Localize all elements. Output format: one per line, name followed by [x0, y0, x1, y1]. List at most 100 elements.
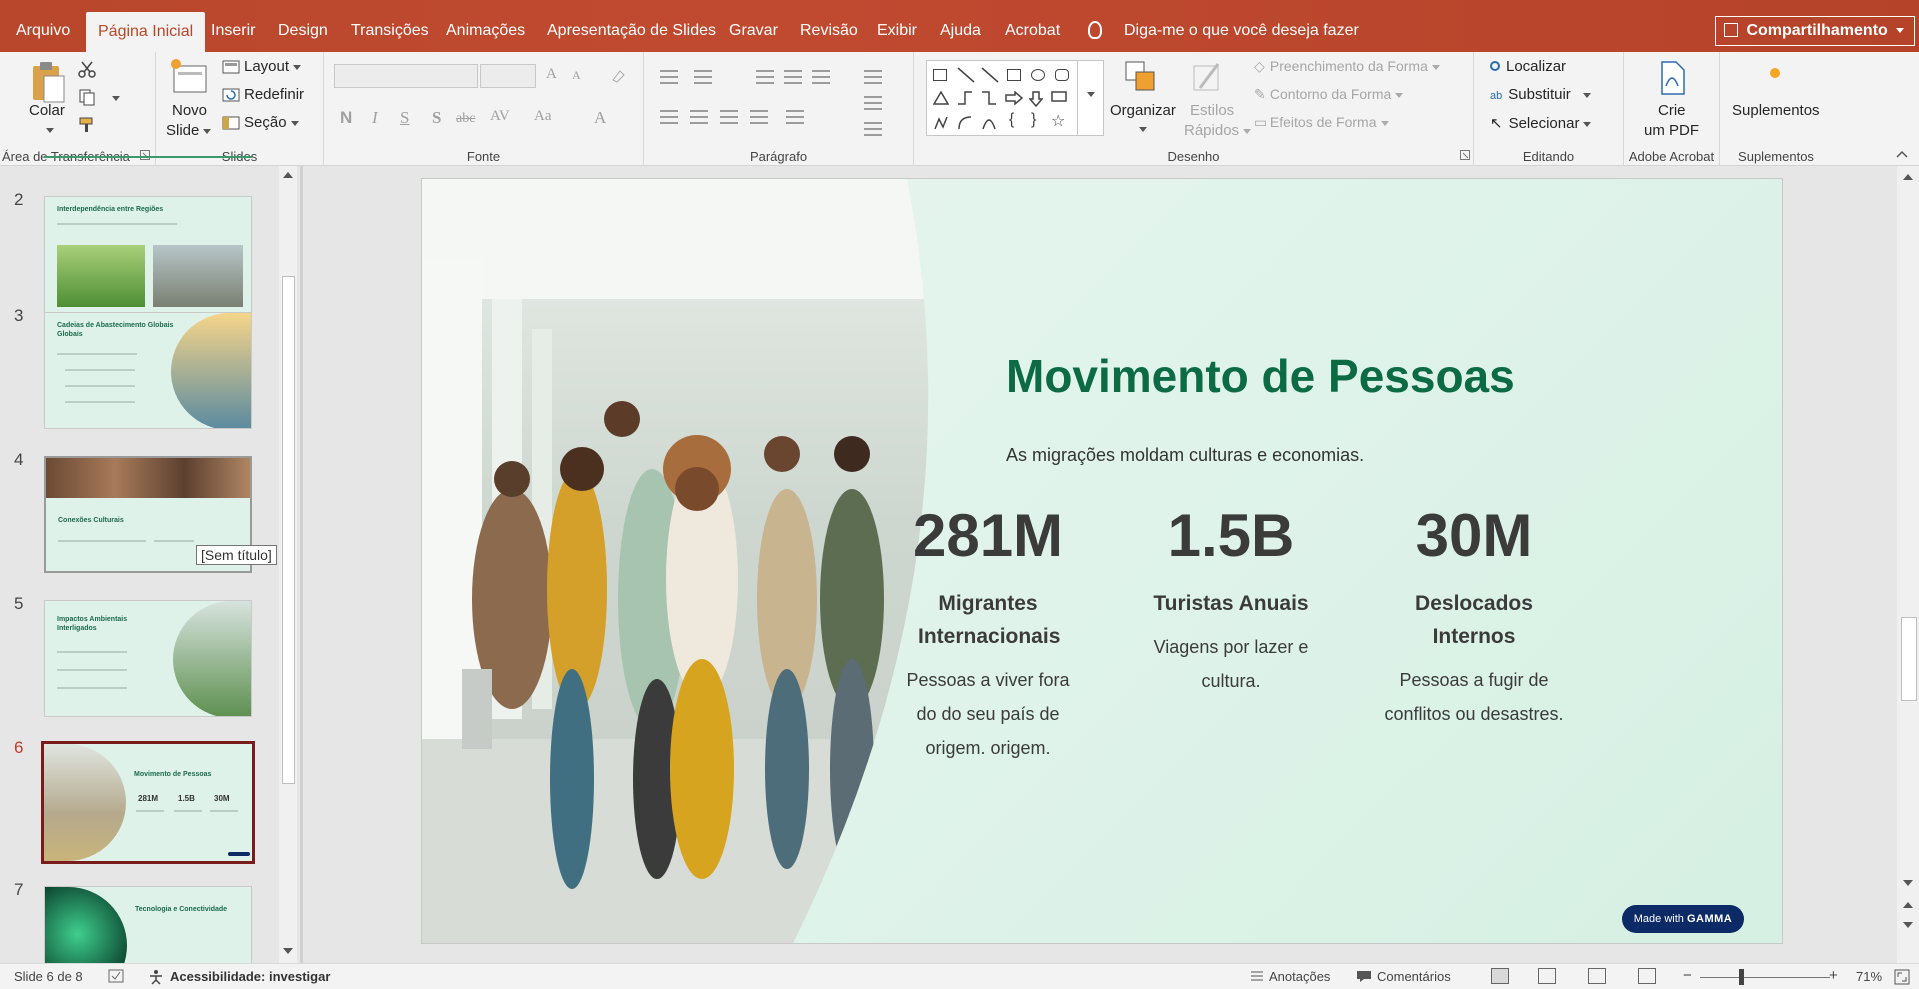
slide-scroll-thumb[interactable] — [1901, 617, 1917, 701]
thumbnail-slide-2[interactable]: Interdependência entre Regiões — [44, 196, 252, 313]
addins-button[interactable]: Suplementos — [1732, 102, 1820, 119]
comments-button[interactable]: Comentários — [1377, 969, 1451, 984]
accessibility-status[interactable]: Acessibilidade: investigar — [170, 969, 330, 984]
slideshow-view-icon[interactable] — [1638, 968, 1656, 984]
right-arrow-shape-icon[interactable] — [1005, 91, 1023, 105]
slide-title[interactable]: Movimento de Pessoas — [1006, 349, 1515, 403]
grow-font-button[interactable]: A — [546, 66, 557, 83]
notes-button[interactable]: Anotações — [1269, 969, 1330, 984]
quick-styles-label-2[interactable]: Rápidos — [1184, 122, 1252, 139]
shape-fill-button[interactable]: ◇ Preenchimento da Forma — [1254, 58, 1440, 75]
tab-record[interactable]: Gravar — [723, 0, 784, 52]
curve-shape-icon[interactable] — [981, 115, 997, 131]
current-slide[interactable]: Movimento de Pessoas As migrações moldam… — [421, 178, 1783, 944]
scroll-up-arrow-icon[interactable] — [283, 172, 293, 178]
create-pdf-label-2[interactable]: um PDF — [1644, 122, 1699, 139]
scroll-down-arrow-icon[interactable] — [283, 948, 293, 954]
layout-button[interactable]: Layout — [244, 58, 302, 75]
justify-icon[interactable] — [750, 110, 768, 124]
elbow-arrow-icon[interactable] — [981, 91, 997, 105]
create-pdf-icon[interactable] — [1656, 60, 1688, 96]
tab-transitions[interactable]: Transições — [345, 0, 435, 52]
right-brace-icon[interactable]: } — [1031, 111, 1036, 129]
freeform-shape-icon[interactable] — [933, 115, 949, 131]
zoom-out-button[interactable]: − — [1683, 967, 1692, 984]
arrange-button[interactable]: Organizar — [1110, 102, 1176, 119]
shape-effects-button[interactable]: ▭ Efeitos de Forma — [1254, 114, 1389, 131]
tab-slideshow[interactable]: Apresentação de Slides — [541, 0, 722, 52]
next-slide-icon[interactable] — [1903, 922, 1913, 928]
clear-format-icon[interactable] — [610, 68, 626, 84]
tab-design[interactable]: Design — [272, 0, 334, 52]
elbow-connector-icon[interactable] — [957, 91, 973, 105]
stat-migrants[interactable]: 281M Migrantes Internacionais Pessoas a … — [878, 499, 1098, 765]
strikethrough-button[interactable]: abc — [456, 111, 475, 127]
zoom-level[interactable]: 71% — [1856, 969, 1882, 984]
paste-icon[interactable] — [30, 58, 66, 104]
paste-label[interactable]: Colar — [29, 102, 65, 119]
new-slide-label-2[interactable]: Slide — [166, 122, 212, 139]
thumbnail-slide-6[interactable]: Movimento de Pessoas 281M 1.5B 30M — [41, 741, 255, 864]
font-color-button[interactable]: A — [594, 108, 606, 128]
arrange-icon[interactable] — [1124, 60, 1158, 94]
section-button[interactable]: Seção — [244, 114, 299, 131]
normal-view-icon[interactable] — [1491, 968, 1509, 984]
tab-animations[interactable]: Animações — [440, 0, 531, 52]
select-button[interactable]: ↖ Selecionar — [1490, 114, 1592, 132]
thumbnail-slide-5[interactable]: Impactos Ambientais Interligados — [44, 600, 252, 717]
columns-icon[interactable] — [786, 110, 804, 124]
fit-to-window-icon[interactable] — [1894, 969, 1910, 985]
align-center-icon[interactable] — [690, 110, 708, 124]
thumbnail-1-bottom[interactable] — [44, 156, 252, 158]
star-shape-icon[interactable]: ☆ — [1051, 111, 1065, 131]
font-family-box[interactable] — [334, 64, 478, 88]
tab-home[interactable]: Página Inicial — [86, 12, 206, 52]
shapes-more-button[interactable] — [1077, 60, 1104, 136]
underline-button[interactable]: S — [400, 108, 409, 128]
find-button[interactable]: Localizar — [1490, 58, 1566, 75]
increase-indent-icon[interactable] — [784, 70, 802, 84]
numbering-icon[interactable] — [694, 70, 712, 84]
slide-subtitle[interactable]: As migrações moldam culturas e economias… — [1006, 445, 1364, 466]
shape-outline-button[interactable]: ✎ Contorno da Forma — [1254, 86, 1404, 103]
dialog-launcher-icon[interactable] — [1460, 150, 1470, 160]
shapes-gallery[interactable]: { } ☆ — [926, 60, 1104, 136]
shrink-font-button[interactable]: A — [572, 68, 581, 83]
align-text-icon[interactable] — [864, 96, 882, 110]
down-arrow-shape-icon[interactable] — [1029, 91, 1043, 107]
reading-view-icon[interactable] — [1588, 968, 1606, 984]
scroll-down-arrow-icon[interactable] — [1903, 880, 1913, 886]
smartart-icon[interactable] — [864, 122, 882, 136]
tell-me-search[interactable]: Diga-me o que você deseja fazer — [1088, 0, 1359, 52]
addins-icon[interactable] — [1770, 68, 1780, 78]
quick-styles-label-1[interactable]: Estilos — [1190, 102, 1234, 119]
thumbnails-scroll-thumb[interactable] — [282, 276, 295, 784]
dialog-launcher-icon[interactable] — [140, 150, 150, 160]
tab-insert[interactable]: Inserir — [205, 0, 261, 52]
bold-button[interactable]: N — [340, 108, 352, 128]
zoom-slider-handle[interactable] — [1739, 969, 1744, 985]
slide-sorter-icon[interactable] — [1538, 968, 1556, 984]
text-direction-icon[interactable] — [864, 70, 882, 84]
paste-dropdown-icon[interactable] — [46, 128, 54, 133]
copy-dropdown-icon[interactable] — [112, 96, 120, 101]
zoom-slider[interactable] — [1700, 977, 1830, 978]
font-size-box[interactable] — [480, 64, 536, 88]
rectangle-shape-icon[interactable] — [1007, 69, 1021, 81]
cut-icon[interactable] — [78, 60, 96, 78]
align-left-icon[interactable] — [660, 110, 678, 124]
replace-button[interactable]: ab Substituir — [1490, 86, 1591, 103]
share-button[interactable]: Compartilhamento — [1715, 16, 1915, 46]
shadow-button[interactable]: S — [432, 108, 441, 128]
accessibility-icon[interactable] — [148, 969, 164, 985]
tab-view[interactable]: Exibir — [871, 0, 923, 52]
bullets-icon[interactable] — [660, 70, 678, 84]
made-with-gamma-badge[interactable]: Made with GAMMA — [1622, 905, 1744, 933]
stat-displaced[interactable]: 30M Deslocados Internos Pessoas a fugir … — [1364, 499, 1584, 731]
tab-review[interactable]: Revisão — [794, 0, 864, 52]
oval-shape-icon[interactable] — [1031, 69, 1045, 81]
left-brace-icon[interactable]: { — [1009, 111, 1014, 129]
line-spacing-icon[interactable] — [812, 70, 830, 84]
stat-tourists[interactable]: 1.5B Turistas Anuais Viagens por lazer e… — [1121, 499, 1341, 698]
line-shape-icon[interactable] — [957, 67, 975, 83]
